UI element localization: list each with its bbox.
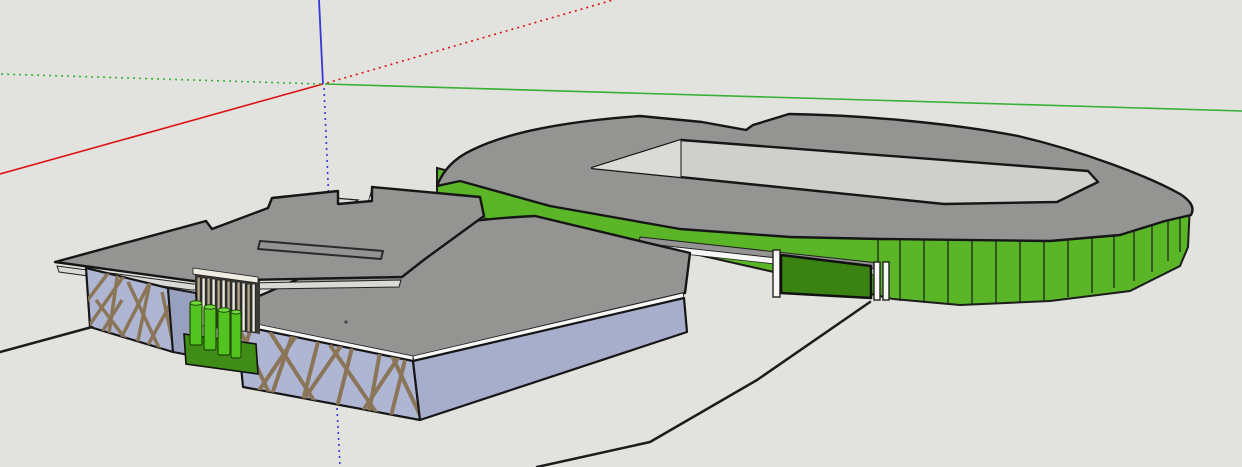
column-cylinder[interactable] xyxy=(231,312,241,358)
column-cylinder[interactable] xyxy=(218,310,230,355)
slat-bar xyxy=(252,284,255,332)
column-cylinder[interactable] xyxy=(204,307,216,350)
cylinder-top xyxy=(190,301,202,305)
entrance-right-post-2[interactable] xyxy=(883,262,889,300)
column-cylinder[interactable] xyxy=(190,303,202,345)
slat-bar xyxy=(242,283,245,331)
cylinder-top xyxy=(231,310,241,314)
roof-speck xyxy=(344,320,347,323)
slat-bar xyxy=(247,284,250,332)
entrance-left-post[interactable] xyxy=(773,250,780,297)
viewport-canvas[interactable] xyxy=(0,0,1242,467)
cylinder-top xyxy=(218,308,230,312)
cylinder-top xyxy=(204,305,216,309)
entrance-right-post-1[interactable] xyxy=(874,262,880,300)
